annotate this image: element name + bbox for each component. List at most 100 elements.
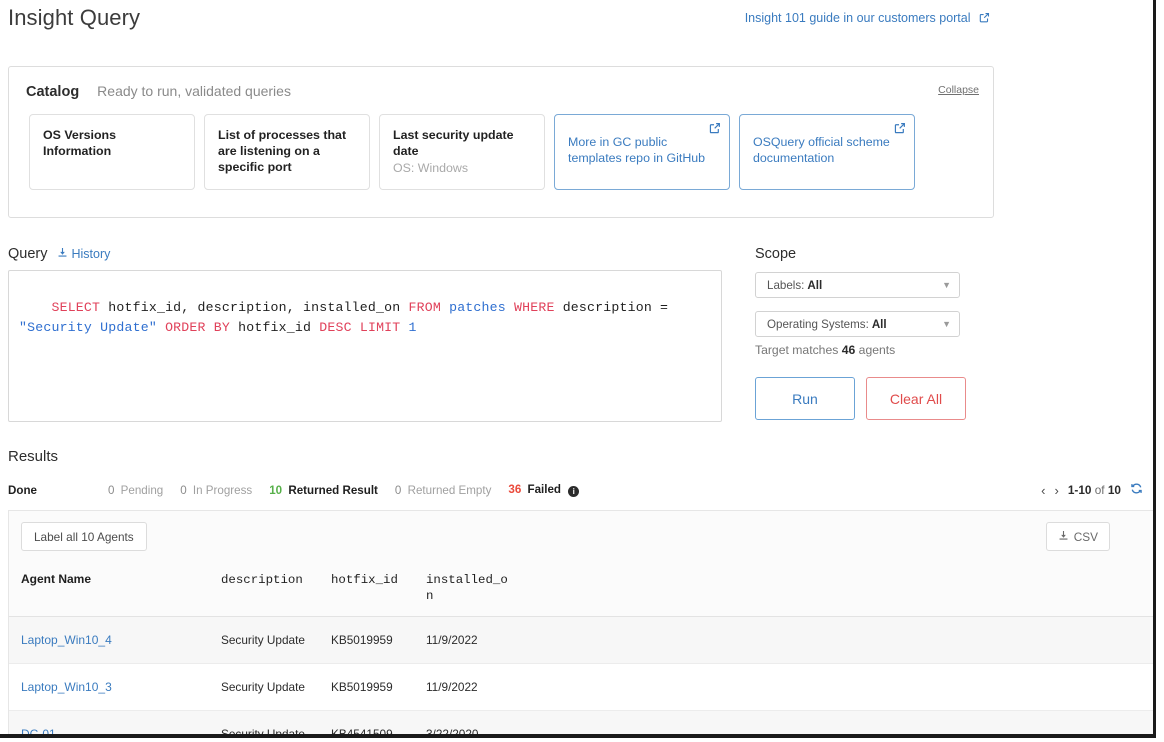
page-title: Insight Query (8, 5, 141, 30)
sql-token: "Security Update" (19, 320, 157, 335)
chevron-down-icon: ▼ (942, 279, 951, 290)
cell-description: Security Update (221, 710, 331, 734)
table-row[interactable]: Laptop_Win10_4 Security Update KB5019959… (9, 616, 1153, 664)
download-icon (1058, 530, 1069, 544)
agent-link[interactable]: DC-01 (21, 727, 56, 734)
results-state: Done (8, 483, 37, 497)
os-select-value: All (871, 317, 887, 331)
catalog-card-osquery-docs[interactable]: OSQuery official scheme documentation (739, 114, 915, 190)
table-row[interactable]: DC-01 Security Update KB4541509 3/22/202… (9, 710, 1153, 734)
status-pending-label: Pending (120, 483, 164, 497)
catalog-card-title: List of processes that are listening on … (218, 128, 347, 174)
cell-hotfix-id: KB5019959 (331, 663, 426, 711)
catalog-card-subtitle: OS: Windows (393, 161, 469, 175)
customers-portal-link[interactable]: Insight 101 guide in our customers porta… (745, 11, 990, 26)
sql-token: hotfix_id, description, installed_on (100, 300, 409, 315)
pagination-range: 1-10 of 10 (1068, 483, 1121, 497)
catalog-card-last-security-update[interactable]: Last security update date OS: Windows (379, 114, 545, 190)
status-returned-result: 10 Returned Result (269, 484, 378, 497)
results-table-head: Agent Name description hotfix_id install… (9, 561, 1153, 617)
column-header-description[interactable]: description (221, 561, 331, 617)
customers-portal-link-label: Insight 101 guide in our customers porta… (744, 11, 971, 25)
catalog-card-listening-processes[interactable]: List of processes that are listening on … (204, 114, 370, 190)
chevron-left-icon[interactable]: ‹ (1041, 483, 1045, 498)
catalog-title: Catalog (26, 84, 80, 100)
cell-agent-name: Laptop_Win10_4 (9, 616, 221, 664)
results-table-body: Laptop_Win10_4 Security Update KB5019959… (9, 616, 1153, 734)
chevron-right-icon[interactable]: › (1055, 483, 1059, 498)
catalog-card-os-versions[interactable]: OS Versions Information (29, 114, 195, 190)
labels-scope-select[interactable]: Labels: All ▼ (755, 272, 960, 298)
results-pagination: ‹ › 1-10 of 10 (1041, 482, 1143, 498)
agent-link[interactable]: Laptop_Win10_4 (21, 633, 112, 647)
export-csv-label: CSV (1073, 529, 1098, 544)
cell-spacer (511, 663, 1153, 711)
info-icon[interactable]: i (568, 486, 580, 497)
table-header-row: Agent Name description hotfix_id install… (9, 561, 1153, 617)
cell-installed-on: 11/9/2022 (426, 663, 511, 711)
sql-token: hotfix_id (229, 320, 320, 335)
status-returned-result-count: 10 (269, 483, 283, 497)
results-status-bar: Done 0 Pending 0 In Progress 10 Returned… (8, 483, 596, 497)
target-matches-suffix: agents (858, 343, 896, 357)
query-history-label: History (71, 247, 111, 261)
page-header: Insight Query Insight 101 guide in our c… (0, 0, 1153, 48)
sql-token: 1 (408, 320, 417, 335)
external-link-icon (894, 121, 906, 139)
sql-token: LIMIT (359, 320, 401, 335)
results-table-toolbar: Label all 10 Agents CSV (9, 511, 1153, 561)
target-matches-text: Target matches 46 agents (755, 343, 895, 357)
insight-query-page: Insight Query Insight 101 guide in our c… (0, 0, 1156, 738)
catalog-card-title: OS Versions Information (43, 128, 117, 158)
catalog-panel: Catalog Ready to run, validated queries … (8, 66, 994, 218)
label-all-agents-button[interactable]: Label all 10 Agents (21, 522, 147, 551)
collapse-catalog-link[interactable]: Collapse (938, 84, 979, 96)
catalog-card-title: More in GC public templates repo in GitH… (568, 135, 706, 165)
status-returned-empty: 0 Returned Empty (395, 484, 491, 497)
column-header-installed-on[interactable]: installed_on (426, 561, 511, 617)
chevron-down-icon: ▼ (942, 318, 951, 329)
status-pending: 0 Pending (108, 484, 163, 497)
query-label: Query (8, 246, 48, 262)
cell-installed-on: 11/9/2022 (426, 616, 511, 664)
sql-token: description = (554, 300, 677, 315)
operating-systems-scope-select[interactable]: Operating Systems: All ▼ (755, 311, 960, 337)
catalog-card-github-templates[interactable]: More in GC public templates repo in GitH… (554, 114, 730, 190)
os-select-prefix: Operating Systems: (767, 317, 869, 331)
catalog-subtitle: Ready to run, validated queries (97, 83, 291, 99)
clear-all-button[interactable]: Clear All (866, 377, 966, 420)
sql-query-editor[interactable]: SELECT hotfix_id, description, installed… (8, 270, 722, 422)
cell-description: Security Update (221, 663, 331, 711)
results-title: Results (8, 448, 59, 465)
status-failed-count: 36 (508, 483, 522, 496)
sql-token: DESC (319, 320, 352, 335)
cell-hotfix-id: KB5019959 (331, 616, 426, 664)
cell-agent-name: Laptop_Win10_3 (9, 663, 221, 711)
run-button[interactable]: Run (755, 377, 855, 420)
refresh-icon[interactable] (1130, 482, 1143, 498)
status-returned-empty-count: 0 (394, 483, 402, 497)
status-returned-result-label: Returned Result (288, 483, 378, 497)
cell-hotfix-id: KB4541509 (331, 710, 426, 734)
column-header-hotfix-id[interactable]: hotfix_id (331, 561, 426, 617)
labels-select-prefix: Labels: (767, 278, 805, 292)
agent-link[interactable]: Laptop_Win10_3 (21, 680, 112, 694)
query-history-button[interactable]: History (57, 247, 111, 261)
sql-token: WHERE (514, 300, 555, 315)
catalog-card-title: OSQuery official scheme documentation (753, 135, 890, 165)
table-row[interactable]: Laptop_Win10_3 Security Update KB5019959… (9, 663, 1153, 711)
status-pending-count: 0 (107, 483, 115, 497)
pagination-of-label: of (1094, 483, 1105, 497)
cell-spacer (511, 710, 1153, 734)
target-matches-count: 46 (841, 343, 856, 357)
export-csv-button[interactable]: CSV (1045, 522, 1110, 551)
download-icon (57, 247, 68, 261)
status-failed: 36 Failed i (508, 483, 580, 497)
catalog-card-list: OS Versions Information List of processe… (29, 114, 915, 190)
catalog-header: Catalog Ready to run, validated queries (26, 83, 291, 100)
column-header-agent-name[interactable]: Agent Name (9, 561, 221, 617)
